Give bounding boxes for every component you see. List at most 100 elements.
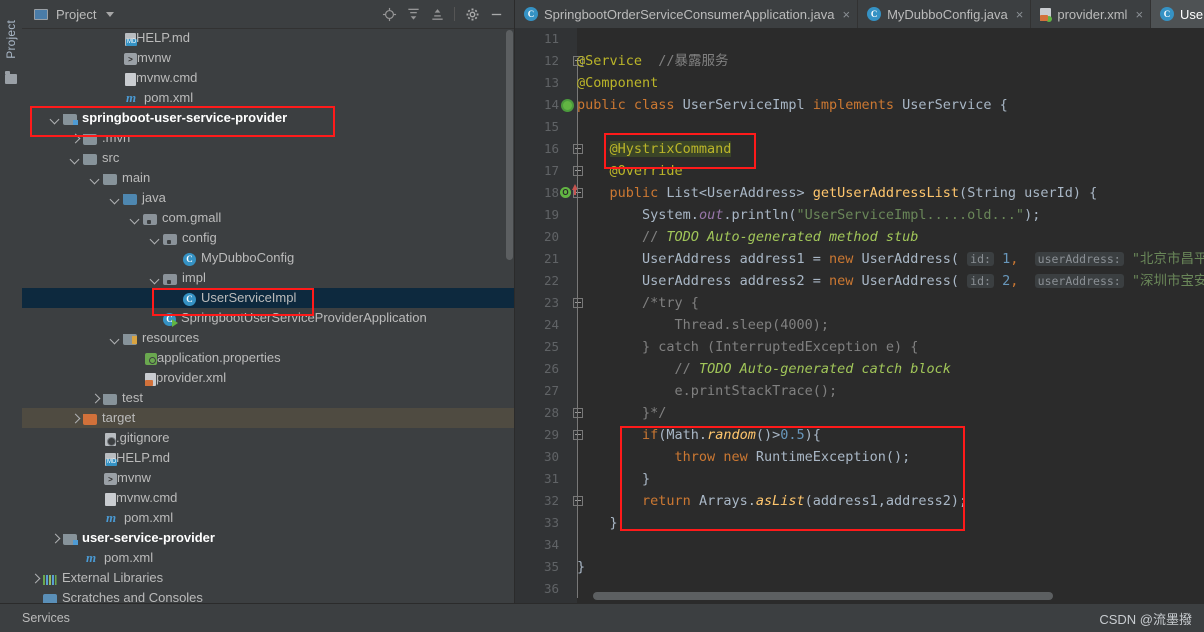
tree-item-mvnw-cmd[interactable]: mvnw.cmd xyxy=(22,68,515,88)
chevron-right-icon[interactable] xyxy=(70,413,81,424)
tree-item-test[interactable]: test xyxy=(22,388,515,408)
tree-item-config[interactable]: config xyxy=(22,228,515,248)
close-icon[interactable]: × xyxy=(842,7,850,22)
md-file-icon xyxy=(105,452,118,466)
chevron-right-icon[interactable] xyxy=(30,573,41,584)
chevron-down-icon[interactable] xyxy=(110,193,121,204)
chevron-right-icon[interactable] xyxy=(50,533,61,544)
class-icon: C xyxy=(183,252,196,266)
tree-item-help-md[interactable]: HELP.md xyxy=(22,448,515,468)
status-bar: Services CSDN @流墨撥 xyxy=(0,603,1204,632)
tree-item-provider-xml[interactable]: provider.xml xyxy=(22,368,515,388)
run-class-marker[interactable] xyxy=(561,99,574,112)
class-icon: C xyxy=(524,7,538,21)
code-line-20[interactable]: // TODO Auto-generated method stub xyxy=(577,226,1204,248)
tree-item-help-md[interactable]: HELP.md xyxy=(22,28,515,48)
code-line-27[interactable]: e.printStackTrace(); xyxy=(577,380,1204,402)
code-line-21[interactable]: UserAddress address1 = new UserAddress( … xyxy=(577,248,1204,270)
project-tool-button[interactable]: Project xyxy=(0,4,22,74)
code-line-11[interactable] xyxy=(577,28,1204,50)
minimize-icon[interactable] xyxy=(485,3,507,25)
services-button[interactable]: Services xyxy=(22,611,70,625)
chevron-down-icon[interactable] xyxy=(110,333,121,344)
code-line-19[interactable]: System.out.println("UserServiceImpl.....… xyxy=(577,204,1204,226)
tree-item-target[interactable]: target xyxy=(22,408,515,428)
tree-item-gitignore[interactable]: .gitignore xyxy=(22,428,515,448)
tree-item-label: mvnw.cmd xyxy=(116,490,178,505)
code-line-13[interactable]: @Component xyxy=(577,72,1204,94)
editor-tab-bar[interactable]: C SpringbootOrderServiceConsumerApplicati… xyxy=(515,0,1204,28)
tree-item-application-properties[interactable]: application.properties xyxy=(22,348,515,368)
tree-item-label: pom.xml xyxy=(144,90,194,105)
code-line-26[interactable]: // TODO Auto-generated catch block xyxy=(577,358,1204,380)
collapse-all-icon[interactable] xyxy=(426,3,448,25)
editor-horizontal-scrollbar[interactable] xyxy=(593,592,1053,600)
tree-item-scratches-and-consoles[interactable]: Scratches and Consoles xyxy=(22,588,515,604)
tree-item-resources[interactable]: resources xyxy=(22,328,515,348)
tree-item-impl[interactable]: impl xyxy=(22,268,515,288)
sh-file-icon: > xyxy=(104,473,117,485)
expand-all-icon[interactable] xyxy=(402,3,424,25)
editor-tab-userse[interactable]: C UserSe xyxy=(1151,0,1204,28)
libraries-icon xyxy=(43,574,57,586)
tree-item-mvnw[interactable]: > mvnw xyxy=(22,468,515,488)
tree-item-label: java xyxy=(142,190,166,205)
code-line-14[interactable]: public class UserServiceImpl implements … xyxy=(577,94,1204,116)
chevron-down-icon[interactable] xyxy=(70,153,81,164)
tree-item-mvnw-cmd[interactable]: mvnw.cmd xyxy=(22,488,515,508)
idea-window: Project Project MD HELP.md > mvnw mvnw.c… xyxy=(0,0,1204,632)
editor-tab-provider-xml[interactable]: provider.xml × xyxy=(1031,0,1152,28)
project-tool-label: Project xyxy=(4,19,18,59)
tree-item-pom-xml[interactable]: m pom.xml xyxy=(22,508,515,528)
code-line-28[interactable]: }*/ xyxy=(577,402,1204,424)
code-line-24[interactable]: Thread.sleep(4000); xyxy=(577,314,1204,336)
tree-item-label: .gitignore xyxy=(116,430,170,445)
editor-tab-mydubboconfig-java[interactable]: C MyDubboConfig.java × xyxy=(858,0,1032,28)
chevron-down-icon[interactable] xyxy=(90,173,101,184)
gutter-marker-column[interactable]: O xyxy=(515,28,577,604)
chevron-down-icon[interactable] xyxy=(150,273,161,284)
tree-item-pom-xml[interactable]: m pom.xml xyxy=(22,548,515,568)
close-icon[interactable]: × xyxy=(1016,7,1024,22)
code-line-34[interactable] xyxy=(577,534,1204,556)
close-icon[interactable]: × xyxy=(1135,7,1143,22)
package-icon xyxy=(163,274,177,285)
project-panel-scrollbar[interactable] xyxy=(506,30,513,260)
tree-item-mvnw[interactable]: > mvnw xyxy=(22,48,515,68)
folder-icon[interactable] xyxy=(5,71,17,84)
chevron-down-icon[interactable] xyxy=(150,233,161,244)
cmd-file-icon xyxy=(105,492,116,506)
tree-item-label: src xyxy=(102,150,120,165)
chevron-right-icon[interactable] xyxy=(90,393,101,404)
tree-item-pom-xml[interactable]: m pom.xml xyxy=(22,88,515,108)
tree-item-src[interactable]: src xyxy=(22,148,515,168)
chevron-down-icon[interactable] xyxy=(106,11,115,17)
code-line-22[interactable]: UserAddress address2 = new UserAddress( … xyxy=(577,270,1204,292)
tree-item-external-libraries[interactable]: External Libraries xyxy=(22,568,515,588)
cmd-file-icon xyxy=(125,72,136,86)
code-line-12[interactable]: @Service //暴露服务 xyxy=(577,50,1204,72)
tree-item-label: main xyxy=(122,170,151,185)
exception-code-box xyxy=(620,426,965,531)
chevron-down-icon[interactable] xyxy=(130,213,141,224)
tree-item-mydubboconfig[interactable]: C MyDubboConfig xyxy=(22,248,515,268)
code-line-25[interactable]: } catch (InterruptedException e) { xyxy=(577,336,1204,358)
tree-item-user-service-provider[interactable]: user-service-provider xyxy=(22,528,515,548)
locate-icon[interactable] xyxy=(378,3,400,25)
editor-tab-springbootorderserviceconsumerapplication-java[interactable]: C SpringbootOrderServiceConsumerApplicati… xyxy=(515,0,859,28)
gear-icon[interactable] xyxy=(461,3,483,25)
code-line-18[interactable]: public List<UserAddress> getUserAddressL… xyxy=(577,182,1204,204)
tree-item-java[interactable]: java xyxy=(22,188,515,208)
code-line-35[interactable]: } xyxy=(577,556,1204,578)
tree-item-main[interactable]: main xyxy=(22,168,515,188)
code-line-23[interactable]: /*try { xyxy=(577,292,1204,314)
implementing-method-marker[interactable]: O xyxy=(560,187,571,198)
tree-item-com-gmall[interactable]: com.gmall xyxy=(22,208,515,228)
